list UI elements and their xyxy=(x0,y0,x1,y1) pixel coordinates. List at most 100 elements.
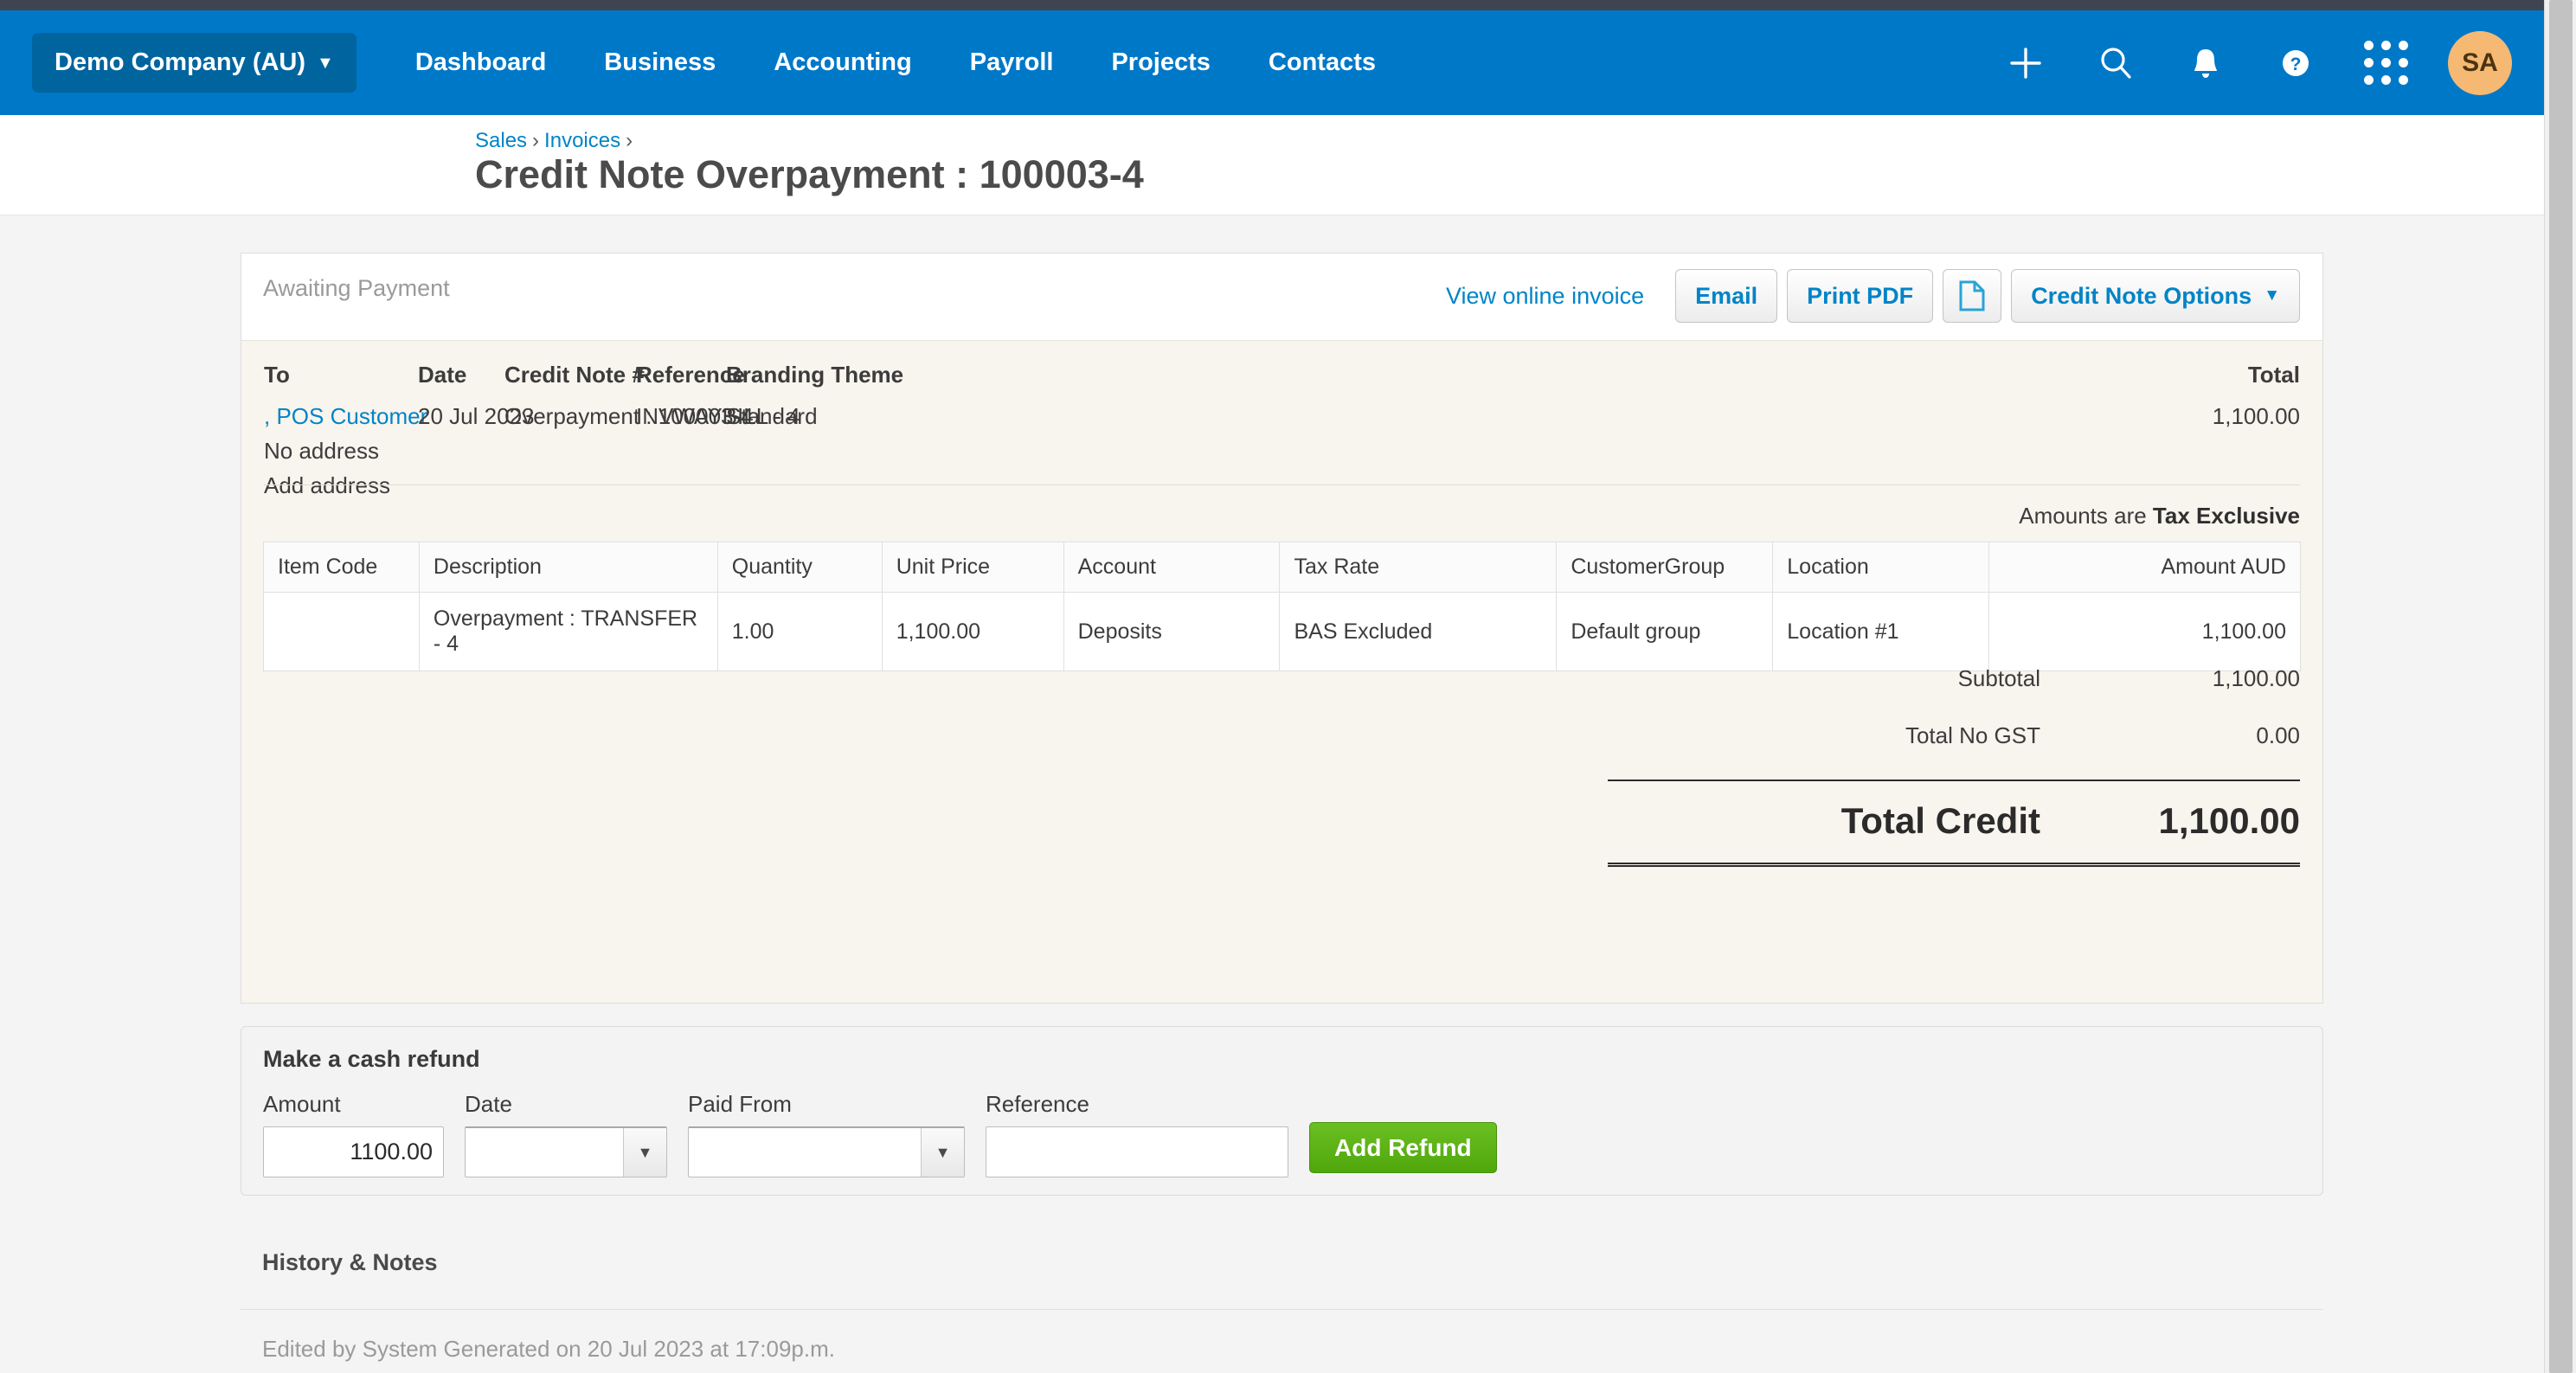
refund-reference-field: Reference xyxy=(986,1091,1288,1177)
refund-reference-input[interactable] xyxy=(986,1126,1288,1177)
document-icon xyxy=(1959,280,1985,311)
meta-branding-theme: Branding Theme Standard xyxy=(726,362,904,499)
primary-nav: Dashboard Business Accounting Payroll Pr… xyxy=(415,48,1434,77)
page-title: Credit Note Overpayment : 100003-4 xyxy=(475,152,1144,196)
col-quantity: Quantity xyxy=(716,542,883,593)
cell-tax-rate: BAS Excluded xyxy=(1279,592,1558,671)
meta-reference: Reference INVWAYBILL - 4 xyxy=(636,362,800,499)
totals-row-grand: Total Credit 1,100.00 xyxy=(1608,800,2300,842)
meta-date-label: Date xyxy=(418,362,467,388)
cell-item-code xyxy=(263,592,420,671)
cell-quantity: 1.00 xyxy=(716,592,883,671)
card-body: To , POS Customer No address Add address… xyxy=(241,341,2322,1003)
nav-item-projects[interactable]: Projects xyxy=(1111,48,1210,77)
refund-panel-title: Make a cash refund xyxy=(263,1046,480,1072)
chevron-down-icon: ▼ xyxy=(317,53,334,73)
scrollbar-thumb[interactable] xyxy=(2549,0,2573,1373)
breadcrumb-separator-1: › xyxy=(532,129,540,152)
add-address-link[interactable]: Add address xyxy=(264,472,418,499)
col-tax-rate: Tax Rate xyxy=(1279,542,1558,593)
col-customer-group: CustomerGroup xyxy=(1556,542,1774,593)
tax-basis-note: Amounts are Tax Exclusive xyxy=(2019,503,2300,529)
window-top-strip xyxy=(0,0,2544,10)
totals-block: Subtotal 1,100.00 Total No GST 0.00 Tota… xyxy=(1608,665,2300,867)
history-notes-section: History & Notes Edited by System Generat… xyxy=(241,1249,2323,1363)
help-icon[interactable]: ? xyxy=(2268,35,2323,91)
refund-amount-field: Amount 1100.00 xyxy=(263,1091,444,1177)
breadcrumb-separator-2: › xyxy=(626,129,633,152)
bell-icon[interactable] xyxy=(2178,35,2233,91)
avatar-initials: SA xyxy=(2462,48,2498,77)
page-header: Sales › Invoices › Credit Note Overpayment … xyxy=(0,115,2544,215)
refund-form: Amount 1100.00 Date ▼ Paid From ▼ Refere… xyxy=(263,1091,1497,1177)
breadcrumb-item-invoices[interactable]: Invoices xyxy=(544,129,620,152)
refund-amount-input[interactable]: 1100.00 xyxy=(263,1126,444,1177)
refund-date-label: Date xyxy=(465,1091,512,1117)
cash-refund-panel: Make a cash refund Amount 1100.00 Date ▼… xyxy=(241,1026,2323,1196)
meta-date: Date 20 Jul 2023 xyxy=(418,362,535,499)
meta-date-value: 20 Jul 2023 xyxy=(418,403,535,429)
col-description: Description xyxy=(418,542,718,593)
meta-to-label: To xyxy=(264,362,290,388)
tax-note-value: Tax Exclusive xyxy=(2152,503,2300,529)
avatar[interactable]: SA xyxy=(2448,30,2512,95)
cell-description: Overpayment : TRANSFER - 4 xyxy=(418,592,718,671)
refund-paid-from-value xyxy=(689,1128,921,1177)
app-root: Demo Company (AU) ▼ Dashboard Business A… xyxy=(0,0,2576,1373)
cell-customer-group: Default group xyxy=(1556,592,1774,671)
refund-paid-from-label: Paid From xyxy=(688,1091,792,1117)
meta-total: Total 1,100.00 xyxy=(2213,362,2300,430)
search-icon[interactable] xyxy=(2088,35,2143,91)
col-amount-aud: Amount AUD xyxy=(1988,542,2301,593)
nav-item-dashboard[interactable]: Dashboard xyxy=(415,48,546,77)
total-credit-label: Total Credit xyxy=(1840,800,2040,841)
history-entry: Edited by System Generated on 20 Jul 202… xyxy=(262,1336,835,1362)
credit-note-options-button[interactable]: Credit Note Options ▼ xyxy=(2011,269,2300,323)
status-badge: Awaiting Payment xyxy=(263,275,450,301)
line-items-table: Item Code Description Quantity Unit Pric… xyxy=(263,542,2301,671)
refund-date-field: Date ▼ xyxy=(465,1091,667,1177)
no-gst-value: 0.00 xyxy=(2256,722,2300,748)
totals-rule xyxy=(1608,780,2300,781)
email-button[interactable]: Email xyxy=(1675,269,1778,323)
refund-paid-from-field: Paid From ▼ xyxy=(688,1091,965,1177)
history-divider xyxy=(241,1309,2323,1310)
add-refund-button[interactable]: Add Refund xyxy=(1309,1122,1497,1173)
plus-icon[interactable] xyxy=(1998,35,2053,91)
page-scrollbar[interactable] xyxy=(2544,0,2576,1373)
totals-row-no-gst: Total No GST 0.00 xyxy=(1608,722,2300,749)
nav-item-business[interactable]: Business xyxy=(604,48,716,77)
meta-branding-label: Branding Theme xyxy=(726,362,904,388)
nav-item-contacts[interactable]: Contacts xyxy=(1269,48,1376,77)
meta-reference-value: INVWAYBILL - 4 xyxy=(636,403,800,429)
document-icon-button[interactable] xyxy=(1943,269,2002,323)
cell-unit-price: 1,100.00 xyxy=(881,592,1064,671)
cell-account: Deposits xyxy=(1063,592,1281,671)
meta-total-value: 1,100.00 xyxy=(2212,403,2300,429)
subtotal-label: Subtotal xyxy=(1957,665,2040,691)
chevron-down-icon: ▼ xyxy=(623,1128,666,1177)
total-credit-value: 1,100.00 xyxy=(2158,800,2301,841)
meta-to-value[interactable]: , POS Customer xyxy=(264,403,427,430)
meta-reference-label: Reference xyxy=(636,362,745,388)
nav-item-payroll[interactable]: Payroll xyxy=(970,48,1054,77)
no-gst-label: Total No GST xyxy=(1905,722,2040,748)
refund-paid-from-select[interactable]: ▼ xyxy=(688,1126,965,1177)
breadcrumb-item-sales[interactable]: Sales xyxy=(475,129,527,152)
org-selector-button[interactable]: Demo Company (AU) ▼ xyxy=(32,33,357,93)
col-unit-price: Unit Price xyxy=(881,542,1064,593)
refund-date-select[interactable]: ▼ xyxy=(465,1126,667,1177)
nav-item-accounting[interactable]: Accounting xyxy=(774,48,912,77)
view-online-invoice-link[interactable]: View online invoice xyxy=(1446,283,1644,310)
meta-total-label: Total xyxy=(2247,362,2300,388)
table-row: Overpayment : TRANSFER - 4 1.00 1,100.00… xyxy=(263,592,2301,671)
navbar-actions: ? SA xyxy=(1963,10,2512,115)
meta-credit-note-value: Overpayment : 100003-4 xyxy=(504,403,754,429)
meta-to: To , POS Customer No address Add address xyxy=(264,362,427,499)
print-pdf-button[interactable]: Print PDF xyxy=(1787,269,1934,323)
meta-credit-note-label: Credit Note # xyxy=(504,362,645,388)
credit-note-card: Awaiting Payment View online invoice Ema… xyxy=(241,253,2323,1004)
history-notes-title: History & Notes xyxy=(262,1249,438,1275)
chevron-down-icon: ▼ xyxy=(2264,286,2280,305)
apps-grid-icon[interactable] xyxy=(2358,35,2413,91)
